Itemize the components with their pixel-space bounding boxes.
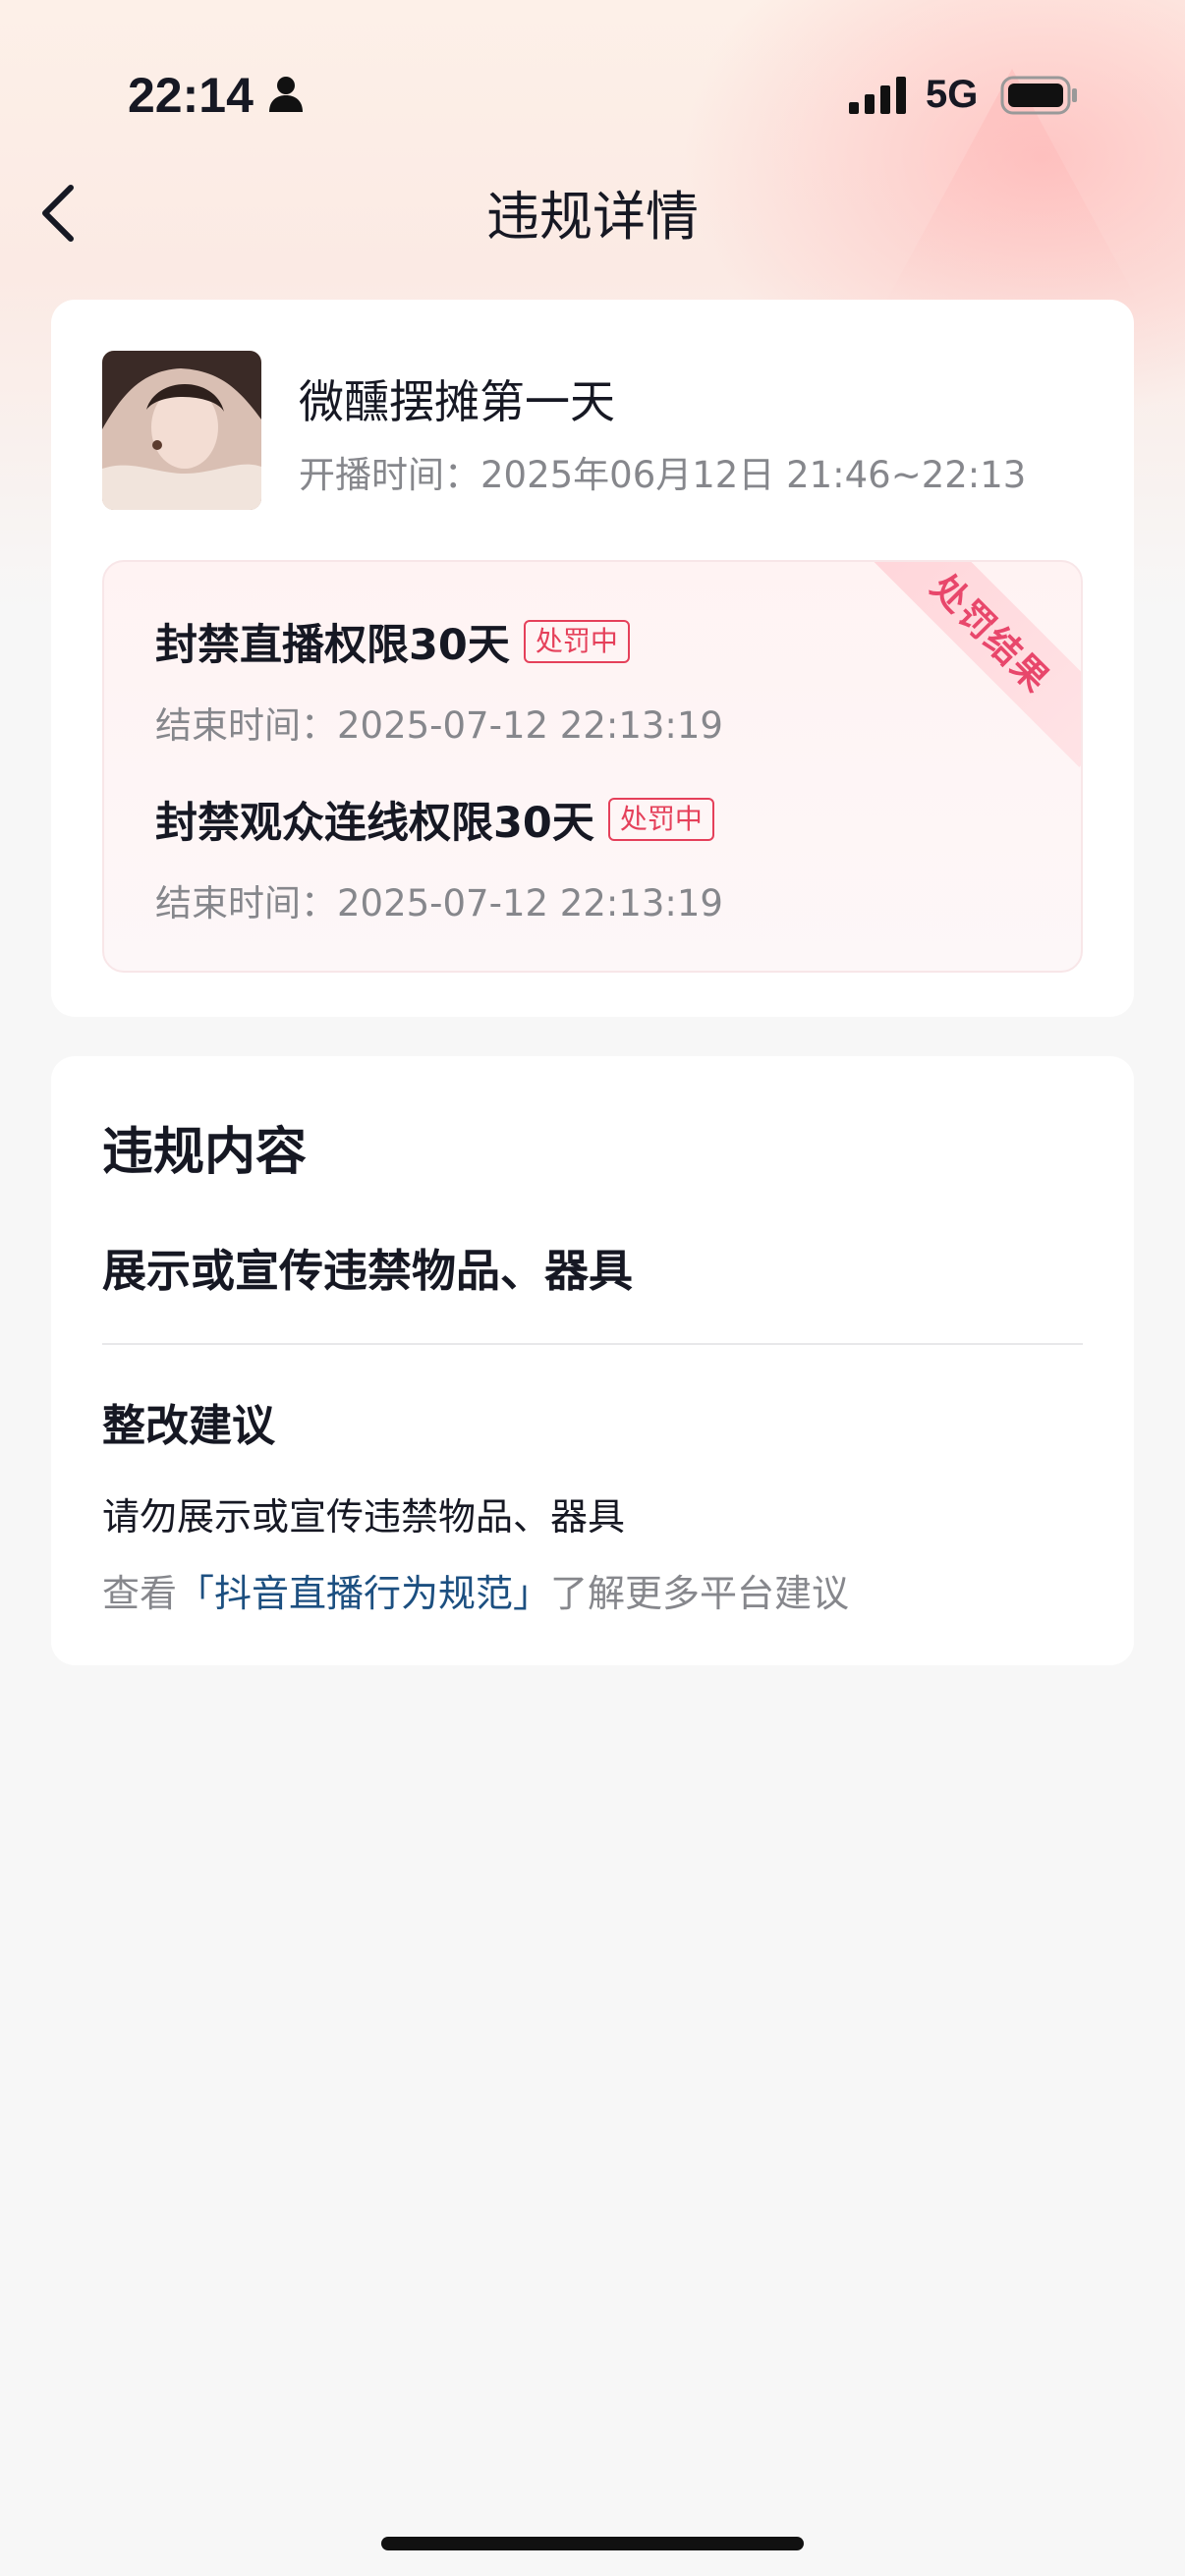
- penalty-end-time: 结束时间：2025-07-12 22:13:19: [155, 873, 723, 926]
- penalty-item: 封禁观众连线权限30天 处罚中 结束时间：2025-07-12 22:13:19: [155, 789, 723, 926]
- penalty-end-time: 结束时间：2025-07-12 22:13:19: [155, 696, 723, 749]
- violation-content-card: 违规内容 展示或宣传违禁物品、器具 整改建议 请勿展示或宣传违禁物品、器具 查看…: [51, 1056, 1134, 1665]
- violation-content: 展示或宣传违禁物品、器具: [102, 1245, 634, 1297]
- penalty-item: 封禁直播权限30天 处罚中 结束时间：2025-07-12 22:13:19: [155, 611, 723, 749]
- status-time: 22:14: [128, 68, 254, 123]
- home-indicator[interactable]: [381, 2537, 804, 2550]
- link-suffix: 了解更多平台建议: [550, 1572, 850, 1615]
- signal-icon: [849, 77, 906, 114]
- end-time-value: 2025-07-12 22:13:19: [337, 704, 723, 747]
- person-icon: [269, 77, 303, 112]
- live-time: 开播时间：2025年06月12日 21:46~22:13: [299, 445, 1026, 498]
- end-time-value: 2025-07-12 22:13:19: [337, 882, 723, 924]
- live-session-card: 微醺摆摊第一天 开播时间：2025年06月12日 21:46~22:13 处罚结…: [51, 300, 1134, 1017]
- battery-icon: [1000, 76, 1077, 115]
- live-time-value: 2025年06月12日 21:46~22:13: [480, 454, 1027, 496]
- advice-heading: 整改建议: [102, 1401, 275, 1451]
- penalty-name: 封禁观众连线权限30天: [155, 799, 594, 848]
- streamer-avatar: [102, 351, 261, 510]
- status-badge: 处罚中: [607, 798, 714, 841]
- penalty-result-box: 处罚结果 封禁直播权限30天 处罚中 结束时间：2025-07-12 22:13…: [102, 560, 1083, 973]
- live-time-label: 开播时间：: [299, 454, 480, 496]
- network-type: 5G: [926, 73, 979, 116]
- advice-link-row: 查看「抖音直播行为规范」了解更多平台建议: [102, 1563, 849, 1617]
- end-time-label: 结束时间：: [155, 704, 337, 747]
- advice-text: 请勿展示或宣传违禁物品、器具: [102, 1495, 626, 1539]
- guidelines-link[interactable]: 「抖音直播行为规范」: [177, 1572, 550, 1615]
- penalty-name: 封禁直播权限30天: [155, 621, 510, 670]
- avatar-image: [102, 351, 261, 510]
- page-title: 违规详情: [486, 186, 699, 248]
- link-prefix: 查看: [102, 1572, 178, 1615]
- status-badge: 处罚中: [523, 620, 630, 663]
- live-title: 微醺摆摊第一天: [299, 375, 615, 428]
- violation-detail-page: 22:14 5G 违规详情 微醺摆摊第一天 开播时间：2025年06月12日 2…: [0, 0, 1185, 2576]
- penalty-result-ribbon: 处罚结果: [857, 562, 1081, 767]
- divider: [102, 1343, 1083, 1345]
- end-time-label: 结束时间：: [155, 882, 337, 924]
- violation-heading: 违规内容: [102, 1123, 308, 1182]
